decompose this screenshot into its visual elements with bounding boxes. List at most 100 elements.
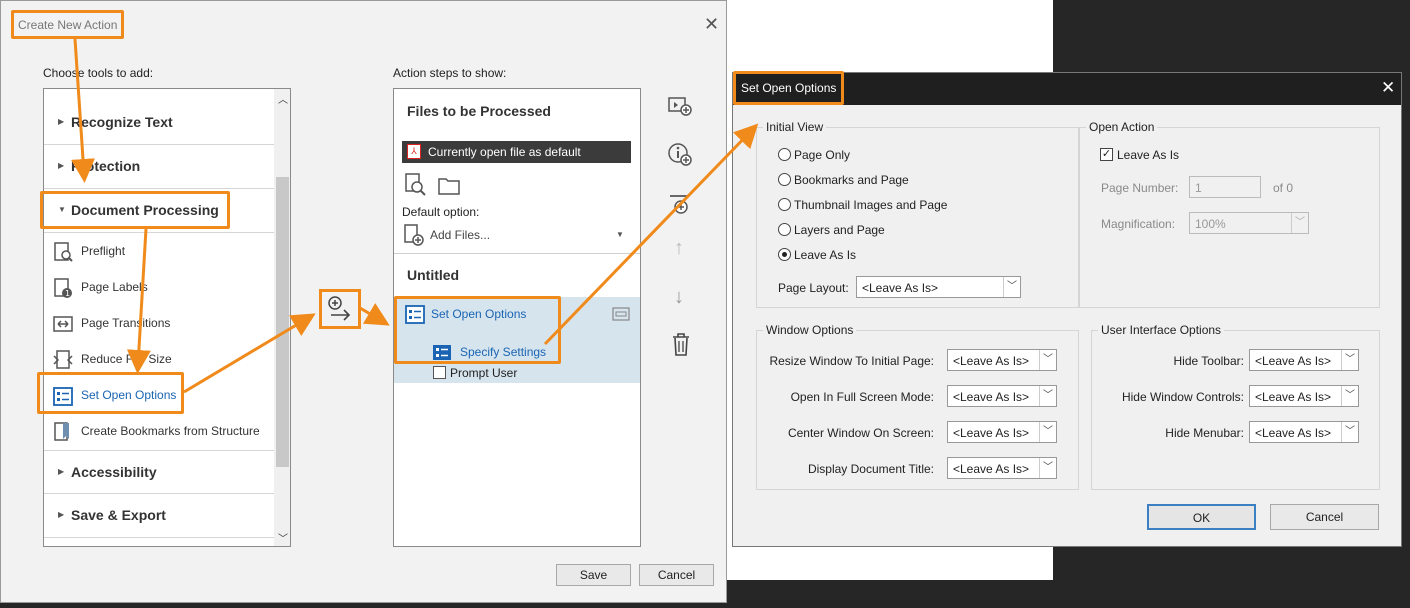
preflight-icon <box>54 242 73 262</box>
select-value: <Leave As Is> <box>953 354 1030 368</box>
files-heading: Files to be Processed <box>407 103 551 119</box>
instructions-icon[interactable] <box>612 307 630 321</box>
hide-menubar-select[interactable]: <Leave As Is> ﹀ <box>1249 421 1359 443</box>
chevron-down-icon: ﹀ <box>1039 350 1056 370</box>
chevron-down-icon: ﹀ <box>1341 422 1358 442</box>
tool-preflight[interactable]: Preflight <box>44 233 274 269</box>
page-layout-select[interactable]: <Leave As Is> ﹀ <box>856 276 1021 298</box>
option-label: Hide Toolbar: <box>1173 354 1245 368</box>
svg-text:1: 1 <box>65 289 70 298</box>
category-accessibility[interactable]: ▶ Accessibility <box>44 450 274 494</box>
tool-page-labels[interactable]: 1 Page Labels <box>44 269 274 305</box>
chevron-down-icon: ﹀ <box>1039 386 1056 406</box>
radio-thumbnails-and-page[interactable] <box>778 198 791 211</box>
select-value: <Leave As Is> <box>1255 426 1332 440</box>
add-arrow-icon <box>328 296 351 321</box>
prompt-user-label: Prompt User <box>450 366 518 380</box>
save-button[interactable]: Save <box>556 564 631 586</box>
tool-label: Page Labels <box>81 280 148 294</box>
ok-button[interactable]: OK <box>1147 504 1256 530</box>
hide-window-controls-select[interactable]: <Leave As Is> ﹀ <box>1249 385 1359 407</box>
chevron-right-icon: ▶ <box>58 510 65 519</box>
add-files-label: Add Files... <box>430 228 491 242</box>
trash-icon[interactable] <box>670 332 692 357</box>
chevron-down-icon: ▼ <box>616 230 624 239</box>
add-step-button[interactable] <box>319 289 361 329</box>
full-screen-select[interactable]: <Leave As Is> ﹀ <box>947 385 1057 407</box>
highlight-set-open-options-title <box>733 71 844 105</box>
chevron-right-icon: ▶ <box>58 117 65 126</box>
radio-layers-and-page[interactable] <box>778 223 791 236</box>
chevron-down-icon: ﹀ <box>1003 277 1020 297</box>
tools-list: ▶ Recognize Text ▶ Protection ▼ Document… <box>43 88 291 547</box>
add-files-dropdown[interactable]: Add Files... ▼ <box>402 223 631 249</box>
select-value: <Leave As Is> <box>953 426 1030 440</box>
chevron-up-icon[interactable]: ︿ <box>278 91 288 106</box>
prompt-user-checkbox[interactable] <box>433 366 446 379</box>
tool-page-transitions[interactable]: Page Transitions <box>44 305 274 341</box>
insert-step-icon[interactable] <box>667 95 693 117</box>
resize-window-select[interactable]: <Leave As Is> ﹀ <box>947 349 1057 371</box>
category-save-export[interactable]: ▶ Save & Export <box>44 494 274 538</box>
display-title-select[interactable]: <Leave As Is> ﹀ <box>947 457 1057 479</box>
info-add-icon[interactable] <box>667 142 693 168</box>
search-file-icon[interactable] <box>404 173 428 197</box>
tool-create-bookmarks[interactable]: Create Bookmarks from Structure <box>44 413 274 449</box>
leave-as-is-checkbox[interactable]: ✓ <box>1100 148 1113 161</box>
select-value: <Leave As Is> <box>953 390 1030 404</box>
option-label: Resize Window To Initial Page: <box>769 354 934 368</box>
set-open-options-dialog: Set Open Options ✕ Initial View Page Onl… <box>732 72 1402 547</box>
radio-bookmarks-and-page[interactable] <box>778 173 791 186</box>
chevron-down-icon: ﹀ <box>1341 350 1358 370</box>
radio-page-only[interactable] <box>778 148 791 161</box>
radio-leave-as-is[interactable] <box>778 248 791 261</box>
highlight-dialog-title <box>11 10 124 39</box>
add-file-icon <box>404 224 424 246</box>
chevron-down-icon: ﹀ <box>1039 422 1056 442</box>
page-number-input[interactable]: 1 <box>1189 176 1261 198</box>
option-label: Display Document Title: <box>807 462 934 476</box>
page-labels-icon: 1 <box>54 278 72 298</box>
close-icon[interactable]: ✕ <box>704 14 719 35</box>
divider <box>394 253 640 254</box>
current-file-label: Currently open file as default <box>428 145 581 159</box>
input-value: 1 <box>1195 181 1202 195</box>
center-window-select[interactable]: <Leave As Is> ﹀ <box>947 421 1057 443</box>
select-value: <Leave As Is> <box>862 281 939 295</box>
category-recognize-text[interactable]: ▶ Recognize Text <box>44 101 274 145</box>
cancel-button[interactable]: Cancel <box>1270 504 1379 530</box>
option-label: Hide Window Controls: <box>1121 390 1244 404</box>
reduce-file-size-icon <box>53 350 73 369</box>
pdf-icon: ⅄ <box>407 144 421 159</box>
chevron-down-icon: ﹀ <box>1291 213 1308 233</box>
chevron-down-icon[interactable]: ﹀ <box>278 530 288 545</box>
magnification-select[interactable]: 100% ﹀ <box>1189 212 1309 234</box>
move-down-icon[interactable]: ↓ <box>674 286 684 309</box>
select-value: <Leave As Is> <box>1255 390 1332 404</box>
create-new-action-dialog: Create New Action ✕ Choose tools to add:… <box>0 0 727 603</box>
scrollbar[interactable]: ︿ ﹀ <box>274 89 290 546</box>
select-value: <Leave As Is> <box>953 462 1030 476</box>
default-option-label: Default option: <box>402 205 480 219</box>
scroll-thumb[interactable] <box>276 177 289 467</box>
move-up-icon[interactable]: ↑ <box>674 237 684 260</box>
highlight-set-open-options-tool <box>37 372 184 414</box>
folder-icon[interactable] <box>437 176 461 196</box>
steps-label: Action steps to show: <box>393 66 507 80</box>
group-title: Initial View <box>763 120 827 134</box>
checkbox-label: Leave As Is <box>1117 148 1180 162</box>
hide-toolbar-select[interactable]: <Leave As Is> ﹀ <box>1249 349 1359 371</box>
tool-label: Reduce File Size <box>81 352 172 366</box>
untitled-heading: Untitled <box>407 267 460 283</box>
magnification-label: Magnification: <box>1101 217 1176 231</box>
page-layout-label: Page Layout: <box>778 281 849 295</box>
category-protection[interactable]: ▶ Protection <box>44 145 274 189</box>
option-label: Hide Menubar: <box>1165 426 1244 440</box>
cancel-button[interactable]: Cancel <box>639 564 714 586</box>
close-icon[interactable]: ✕ <box>1381 78 1395 98</box>
current-file-item[interactable]: ⅄ Currently open file as default <box>402 141 631 163</box>
tool-label: Preflight <box>81 244 126 258</box>
add-divider-icon[interactable] <box>667 193 693 217</box>
tool-label: Create Bookmarks from Structure <box>81 424 260 438</box>
category-label: Recognize Text <box>71 114 173 130</box>
